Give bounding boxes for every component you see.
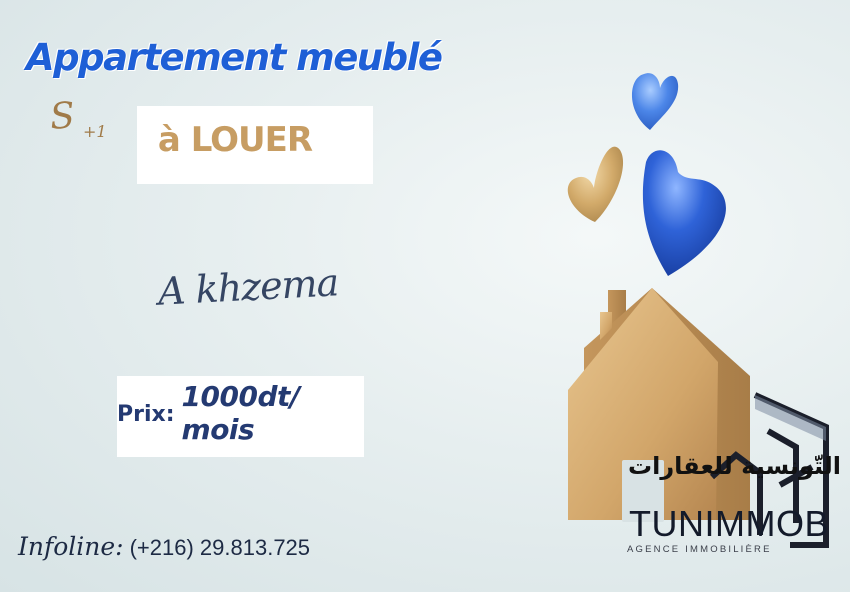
price-value: 1000dt/ mois (181, 379, 301, 446)
contact-phone: (+216) 29.813.725 (129, 535, 311, 560)
status-text: à LOUER (157, 120, 313, 160)
property-type-suffix: +1 (83, 122, 107, 141)
status-banner: à LOUER (137, 106, 373, 184)
heart-icon (631, 73, 679, 130)
brand-name: TUNIMMOB (629, 503, 829, 544)
contact-label: Infoline: (18, 532, 124, 561)
brand-arabic-name: التّونسية للعقارات (628, 452, 842, 480)
price-label: Prix: (117, 402, 175, 427)
location-text: A khzema (156, 260, 340, 314)
heart-icon (642, 150, 726, 276)
property-type: S (48, 95, 77, 138)
listing-title: Appartement meublé (26, 36, 443, 79)
price-banner: Prix: 1000dt/ mois (117, 376, 364, 457)
brand-tagline: AGENCE IMMOBILIÈRE (627, 544, 772, 555)
contact-line: Infoline: (+216) 29.813.725 (18, 532, 310, 561)
heart-icon (567, 146, 624, 222)
